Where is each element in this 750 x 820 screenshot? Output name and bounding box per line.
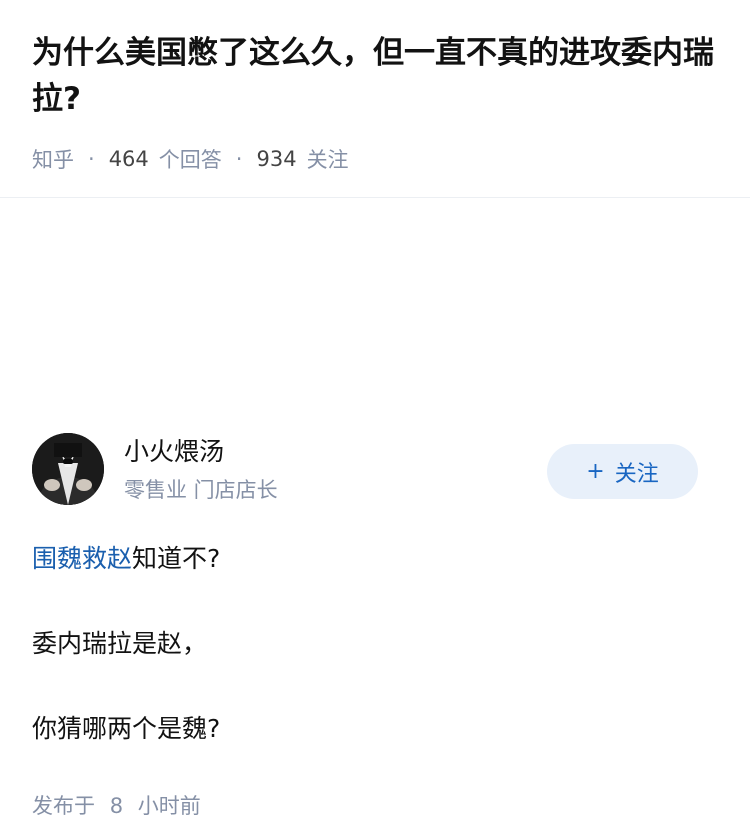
follow-button[interactable]: + 关注	[547, 444, 698, 499]
follow-count: 934	[256, 147, 297, 171]
separator-dot: ·	[88, 147, 95, 171]
answer-text: 知道不?	[132, 544, 221, 573]
avatar-image	[32, 433, 104, 505]
publish-time: 发布于 8 小时前	[32, 790, 201, 820]
question-header: 为什么美国憋了这么久，但一直不真的进攻委内瑞拉? 知乎 · 464 个回答 · …	[0, 0, 750, 198]
question-title[interactable]: 为什么美国憋了这么久，但一直不真的进攻委内瑞拉?	[32, 30, 722, 122]
plus-icon: +	[586, 459, 605, 484]
answer-paragraph: 委内瑞拉是赵，	[32, 629, 208, 658]
answer-card: 小火煨汤 零售业 门店店长 + 关注 围魏救赵知道不? 委内瑞拉是赵， 你猜哪两…	[0, 198, 750, 818]
avatar[interactable]	[32, 433, 104, 505]
answer-count-label: 个回答	[158, 148, 222, 172]
publish-suffix: 小时前	[137, 794, 201, 818]
publish-number: 8	[109, 794, 124, 818]
author-name[interactable]: 小火煨汤	[124, 436, 224, 468]
publish-prefix: 发布于	[32, 794, 95, 818]
separator-dot: ·	[235, 147, 243, 171]
topic-link[interactable]: 围魏救赵	[32, 544, 132, 573]
author-headline: 零售业 门店店长	[124, 478, 278, 502]
answer-count: 464	[108, 147, 149, 171]
answer-paragraph: 围魏救赵知道不?	[32, 541, 220, 577]
question-meta: 知乎 · 464 个回答 · 934 关注	[32, 144, 349, 174]
follow-button-label: 关注	[614, 461, 659, 487]
source-label[interactable]: 知乎	[32, 144, 74, 174]
follow-count-label: 关注	[306, 148, 349, 172]
answer-paragraph: 你猜哪两个是魏?	[32, 714, 221, 743]
